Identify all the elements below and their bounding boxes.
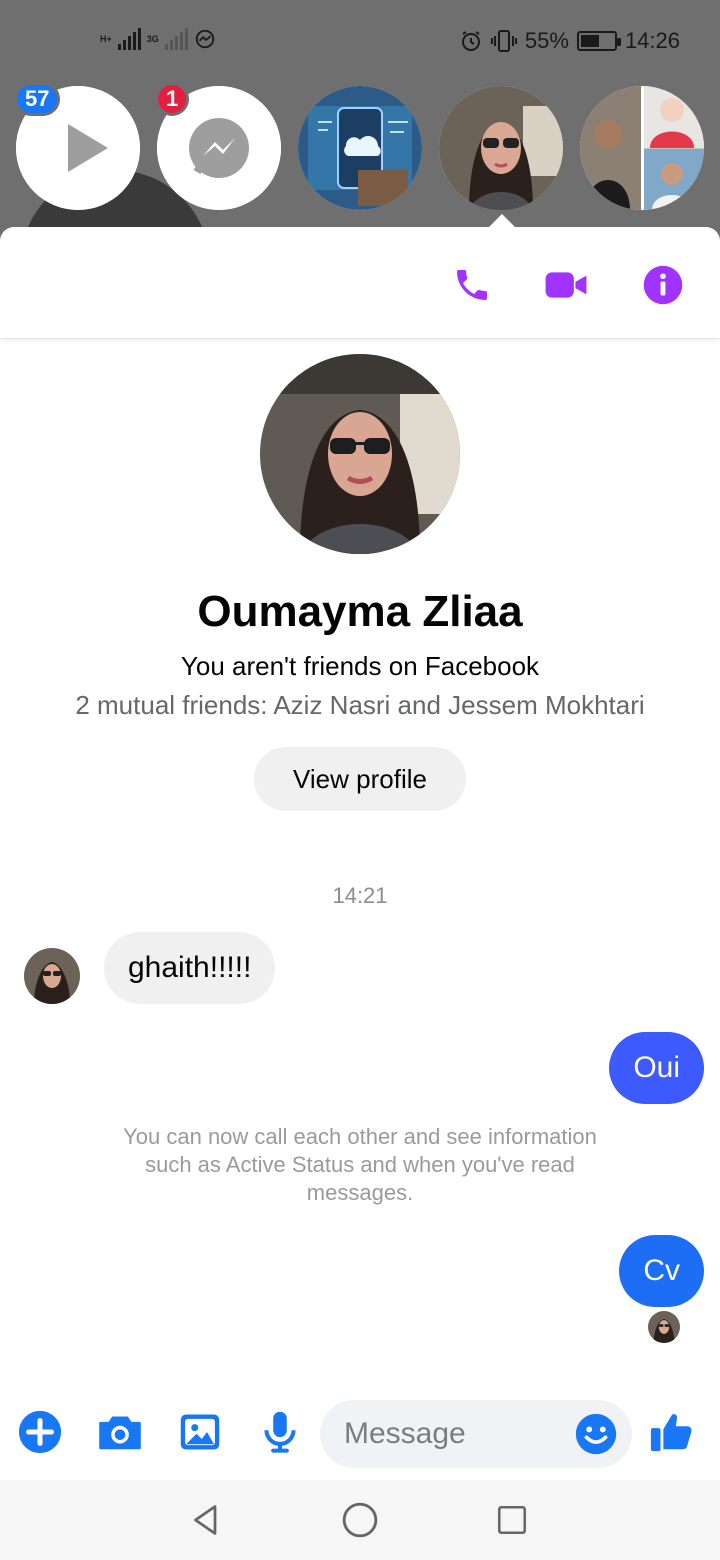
home-button[interactable] [340, 1500, 380, 1540]
back-icon [194, 1505, 217, 1535]
video-call-button[interactable] [544, 263, 588, 307]
group-chat-head[interactable] [580, 86, 704, 210]
battery-percent: 55% [524, 28, 569, 53]
oumayma-chat-head[interactable] [439, 86, 563, 210]
profile-photo [439, 86, 563, 210]
status-bar-left: H+ 3G [100, 28, 216, 50]
conversation-header [0, 227, 720, 339]
view-profile-button[interactable]: View profile [254, 747, 466, 811]
camera-icon [99, 1416, 141, 1450]
network-type-3g: 3G [146, 33, 159, 44]
status-bar: H+ 3G 55% 14:26 [0, 0, 720, 84]
group-photo [580, 86, 704, 210]
battery-icon [576, 31, 621, 51]
active-chat-pointer [488, 214, 516, 228]
recents-button[interactable] [492, 1500, 532, 1540]
camera-button[interactable] [96, 1408, 144, 1456]
avatar [648, 1311, 680, 1343]
home-icon [342, 1502, 378, 1538]
signal-strength-icon [117, 28, 141, 50]
outgoing-message-bubble[interactable]: Oui [609, 1032, 704, 1104]
status-bar-right: 55% 14:26 [459, 28, 680, 54]
cloud-photo [298, 86, 422, 210]
message-timestamp: 14:21 [332, 883, 388, 908]
battery-fill [580, 35, 599, 47]
microphone-icon [264, 1411, 296, 1453]
like-button[interactable] [648, 1408, 696, 1456]
emoji-button[interactable] [574, 1412, 618, 1456]
outgoing-message-bubble[interactable]: Cv [619, 1235, 704, 1307]
tech-cloud-chat-head[interactable] [298, 86, 422, 210]
contact-name: Oumayma Zliaa [197, 587, 523, 636]
emoji-icon [575, 1413, 617, 1455]
more-actions-button[interactable] [16, 1408, 64, 1456]
voice-clip-button[interactable] [256, 1408, 304, 1456]
avatar [24, 948, 80, 1004]
profile-photo [260, 354, 460, 554]
alarm-icon [461, 31, 480, 51]
phone-icon [457, 270, 487, 300]
sender-avatar[interactable] [24, 948, 80, 1004]
conversation-sheet: Oumayma Zliaa You aren't friends on Face… [0, 227, 720, 1480]
audio-call-button[interactable] [450, 263, 494, 307]
back-button[interactable] [186, 1500, 226, 1540]
chat-heads-row: 57 1 [0, 82, 720, 214]
message-composer [0, 1390, 720, 1480]
gallery-icon [180, 1414, 220, 1450]
incoming-message-bubble[interactable]: ghaith!!!!! [104, 932, 276, 1004]
info-icon [643, 265, 683, 305]
mutual-friends: 2 mutual friends: Aziz Nasri and Jessem … [75, 690, 645, 720]
friendship-status: You aren't friends on Facebook [180, 651, 540, 681]
recents-icon [497, 1505, 527, 1535]
messenger-badge: 1 [155, 82, 190, 116]
signal-strength-secondary-icon [164, 28, 188, 50]
like-icon [650, 1414, 692, 1452]
video-app-badge: 57 [14, 82, 61, 116]
vibrate-icon [490, 30, 517, 52]
system-navigation-bar [0, 1480, 720, 1560]
network-type-h-plus: H+ [100, 33, 112, 44]
conversation-info-button[interactable] [641, 263, 685, 307]
profile-picture[interactable] [260, 354, 460, 554]
read-receipt-avatar [648, 1311, 680, 1343]
video-icon [545, 272, 587, 298]
messenger-status-icon [195, 29, 214, 49]
plus-icon [18, 1410, 62, 1454]
clock: 14:26 [624, 28, 680, 53]
gallery-button[interactable] [176, 1408, 224, 1456]
system-notice: You can now call each other and see info… [123, 1124, 597, 1205]
